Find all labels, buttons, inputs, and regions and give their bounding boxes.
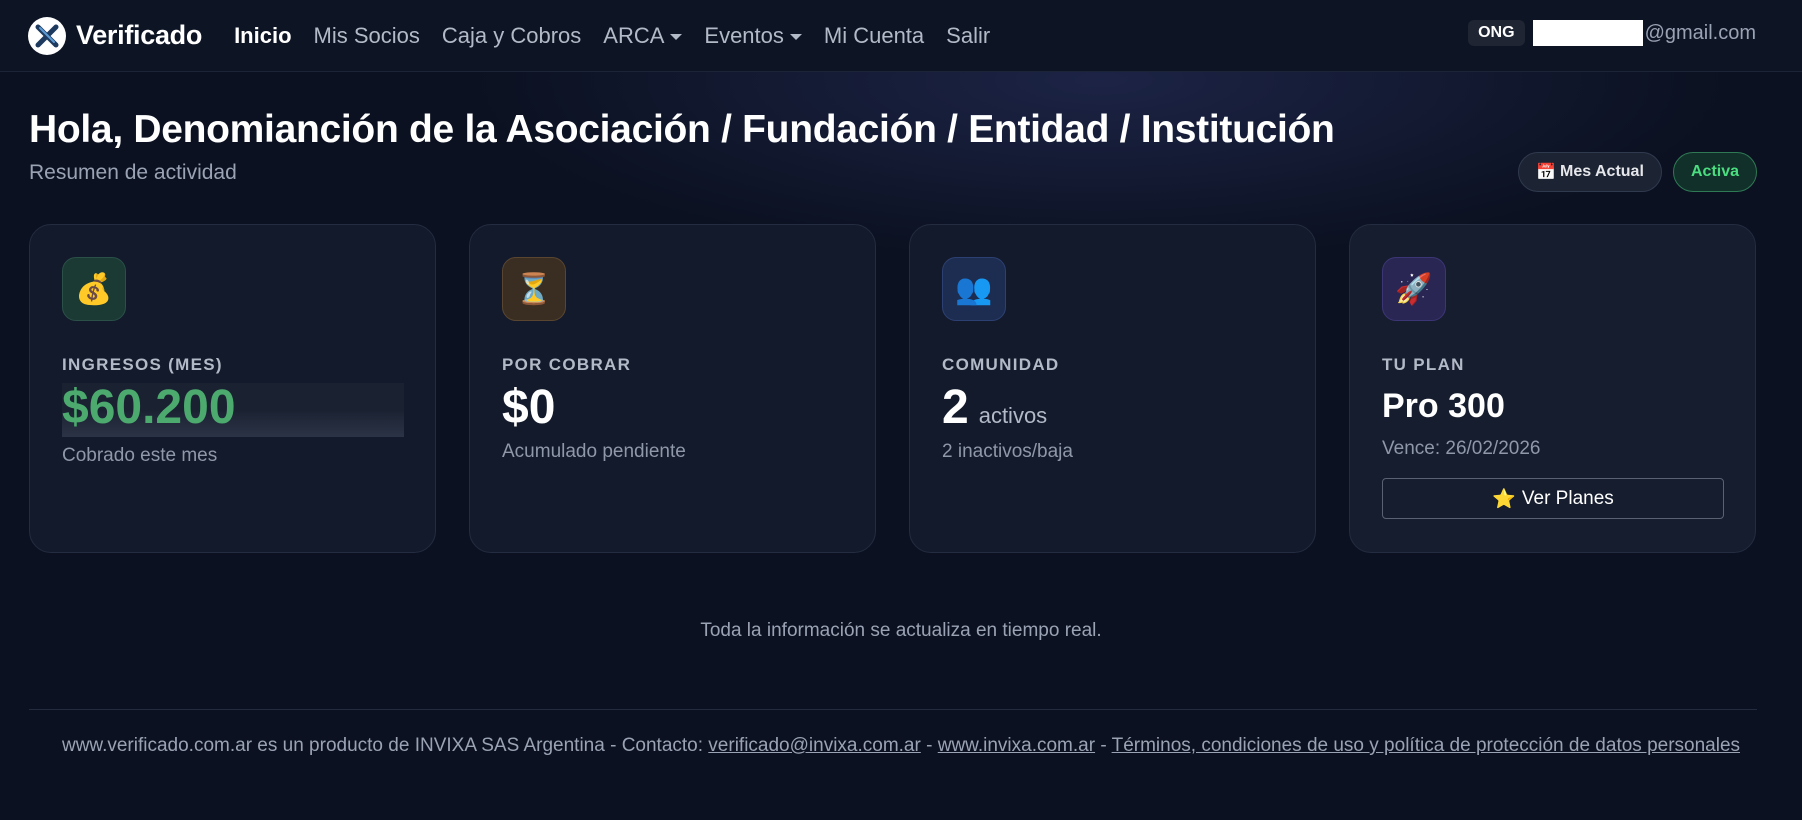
nav-item-label: Salir bbox=[946, 22, 991, 48]
card-label: COMUNIDAD bbox=[942, 355, 1060, 374]
redacted-email-user bbox=[1532, 20, 1643, 46]
card-label: POR COBRAR bbox=[502, 355, 632, 374]
calendar-icon: 📅 bbox=[1536, 164, 1557, 181]
card-note: 2 inactivos/baja bbox=[942, 441, 1073, 463]
people-icon: 👥 bbox=[942, 257, 1006, 321]
active-members-count: 2 bbox=[942, 381, 969, 434]
plan-expiry: Vence: 26/02/2026 bbox=[1382, 438, 1541, 459]
contact-email-link[interactable]: verificado@invixa.com.ar bbox=[708, 735, 921, 756]
active-members-unit: activos bbox=[978, 403, 1048, 428]
nav-item-mi-cuenta[interactable]: Mi Cuenta bbox=[824, 23, 924, 49]
nav-item-label: Caja y Cobros bbox=[441, 22, 582, 48]
star-icon: ⭐ bbox=[1492, 488, 1516, 510]
period-label: Mes Actual bbox=[1560, 163, 1644, 180]
nav-item-mis-socios[interactable]: Mis Socios bbox=[314, 23, 420, 49]
realtime-note: Toda la información se actualiza en tiem… bbox=[700, 620, 1102, 641]
brand[interactable]: Verificado bbox=[28, 16, 203, 55]
nav-item-label: Eventos bbox=[704, 22, 784, 48]
nav-item-caja-y-cobros[interactable]: Caja y Cobros bbox=[442, 23, 581, 49]
status-badge: Activa bbox=[1673, 152, 1757, 192]
community-card: 👥 COMUNIDAD 2 activos 2 inactivos/baja bbox=[909, 224, 1316, 553]
view-plans-label: Ver Planes bbox=[1521, 487, 1614, 509]
terms-link[interactable]: Términos, condiciones de uso y política … bbox=[1112, 735, 1740, 756]
card-note: Acumulado pendiente bbox=[502, 441, 686, 463]
page-title: Hola, Denomianción de la Asociación / Fu… bbox=[29, 108, 1335, 151]
invixa-site-link[interactable]: www.invixa.com.ar bbox=[938, 735, 1095, 756]
top-navbar: Verificado Inicio Mis Socios Caja y Cobr… bbox=[0, 0, 1802, 72]
nav-item-label: Mis Socios bbox=[313, 22, 420, 48]
card-label: TU PLAN bbox=[1382, 355, 1465, 374]
nav-item-label: ARCA bbox=[603, 22, 665, 48]
page-subtitle: Resumen de actividad bbox=[29, 161, 237, 184]
nav-item-label: Mi Cuenta bbox=[823, 22, 925, 48]
community-value-row: 2 activos bbox=[942, 381, 1283, 434]
footer-text: www.verificado.com.ar es un producto de … bbox=[61, 735, 709, 756]
plan-name: Pro 300 bbox=[1382, 387, 1505, 425]
pending-card: ⏳ POR COBRAR $0 Acumulado pendiente bbox=[469, 224, 876, 553]
caret-down-icon bbox=[670, 33, 683, 40]
pending-value: $0 bbox=[502, 381, 556, 434]
card-note: Cobrado este mes bbox=[62, 445, 218, 467]
nav-item-label: Inicio bbox=[234, 22, 292, 48]
nav-item-eventos[interactable]: Eventos bbox=[704, 23, 802, 49]
caret-down-icon bbox=[789, 33, 802, 40]
money-bag-icon: 💰 bbox=[62, 257, 126, 321]
main-nav: Inicio Mis Socios Caja y Cobros ARCA Eve… bbox=[234, 23, 990, 49]
nav-item-salir[interactable]: Salir bbox=[946, 23, 990, 49]
hourglass-icon: ⏳ bbox=[502, 257, 566, 321]
view-plans-button[interactable]: ⭐ Ver Planes bbox=[1382, 478, 1724, 519]
footer-divider bbox=[29, 709, 1757, 710]
footer: www.verificado.com.ar es un producto de … bbox=[0, 732, 1802, 760]
plan-card: 🚀 TU PLAN Pro 300 Vence: 26/02/2026 ⭐ Ve… bbox=[1349, 224, 1756, 553]
brand-name: Verificado bbox=[76, 20, 203, 50]
account-type-badge: ONG bbox=[1468, 20, 1525, 46]
email-domain: @gmail.com bbox=[1644, 21, 1756, 44]
user-email: @gmail.com bbox=[1532, 20, 1756, 46]
verificado-logo-icon bbox=[28, 16, 66, 55]
footer-separator: - bbox=[1095, 735, 1112, 756]
card-label: INGRESOS (MES) bbox=[62, 355, 223, 374]
income-value: $60.200 bbox=[62, 382, 404, 438]
period-badge: 📅 Mes Actual bbox=[1518, 152, 1662, 192]
rocket-icon: 🚀 bbox=[1382, 257, 1446, 321]
footer-separator: - bbox=[920, 735, 938, 756]
user-info: ONG @gmail.com bbox=[1468, 20, 1756, 46]
nav-item-arca[interactable]: ARCA bbox=[603, 22, 683, 49]
nav-item-inicio[interactable]: Inicio bbox=[234, 23, 291, 49]
income-card: 💰 INGRESOS (MES) $60.200 Cobrado este me… bbox=[29, 224, 436, 553]
